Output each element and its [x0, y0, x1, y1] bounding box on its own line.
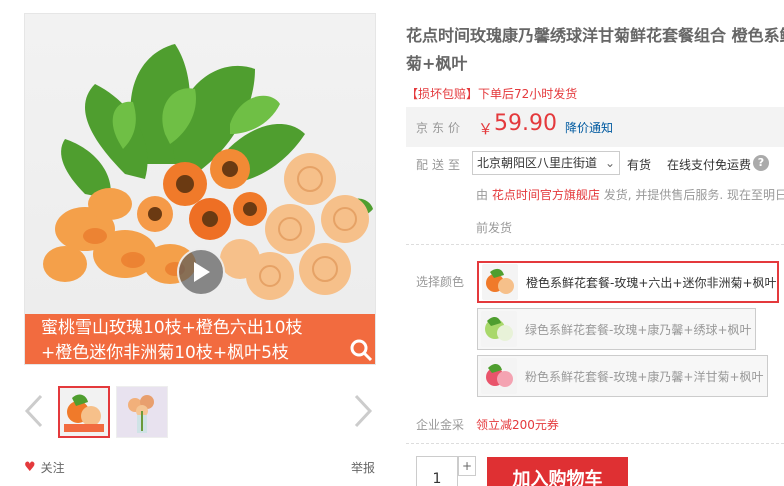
- help-icon[interactable]: ?: [753, 155, 769, 171]
- color-option-pink-label: 粉色系鲜花套餐-玫瑰+康乃馨+洋甘菊+枫叶: [525, 369, 764, 384]
- thumbnail-1-image: [60, 388, 108, 436]
- product-title-line-1: 花点时间玫瑰康乃馨绣球洋甘菊鲜花套餐组合 橙色系鲜花套餐-玫瑰+六出+迷你非洲: [406, 26, 784, 45]
- product-image-banner: 蜜桃雪山玫瑰10枝+橙色六出10枝 +橙色迷你非洲菊10枝+枫叶5枝: [25, 314, 375, 364]
- product-title: 花点时间玫瑰康乃馨绣球洋甘菊鲜花套餐组合 橙色系鲜花套餐-玫瑰+六出+迷你非洲 …: [406, 22, 784, 78]
- thumb-next-icon[interactable]: [352, 394, 374, 428]
- color-option-orange-label: 橙色系鲜花套餐-玫瑰+六出+迷你非洲菊+枫叶: [526, 275, 777, 290]
- quantity-increase-button[interactable]: +: [458, 456, 476, 476]
- divider: [406, 244, 784, 245]
- thumbnail-2[interactable]: [116, 386, 168, 438]
- product-page: 蜜桃雪山玫瑰10枝+橙色六出10枝 +橙色迷你非洲菊10枝+枫叶5枝 ♥ 关注 …: [0, 0, 784, 486]
- banner-line-2: +橙色迷你非洲菊10枝+枫叶5枝: [41, 343, 289, 363]
- thumbnail-1[interactable]: [58, 386, 110, 438]
- promo-text: 【损坏包赔】下单后72小时发货: [406, 87, 578, 101]
- heart-icon: ♥: [24, 460, 36, 475]
- thumb-prev-icon[interactable]: [23, 394, 45, 428]
- seller-text-2: 前发货: [476, 221, 513, 235]
- follow-label: 关注: [40, 461, 65, 475]
- price-box: 京东价 ￥ 59.90 降价通知: [406, 107, 784, 147]
- color-option-pink-image: [481, 358, 517, 394]
- delivery-label: 配送至: [416, 158, 465, 172]
- stock-status: 有货: [627, 158, 652, 172]
- color-option-green[interactable]: 绿色系鲜花套餐-玫瑰+康乃馨+绣球+枫叶: [477, 308, 756, 350]
- address-selector[interactable]: 北京朝阳区八里庄街道 ⌄: [472, 151, 620, 175]
- chevron-down-icon: ⌄: [604, 156, 615, 170]
- color-option-green-label: 绿色系鲜花套餐-玫瑰+康乃馨+绣球+枫叶: [525, 322, 752, 337]
- add-to-cart-button[interactable]: 加入购物车: [487, 457, 628, 486]
- follow-button[interactable]: ♥ 关注: [24, 459, 65, 476]
- enterprise-label: 企业金采: [416, 418, 465, 432]
- shipping-info: 在线支付免运费: [667, 158, 752, 172]
- seller-text: 发货, 并提供售后服务. 现在至明日: [603, 188, 784, 202]
- zoom-icon[interactable]: [349, 338, 373, 362]
- price-value: 59.90: [494, 111, 557, 136]
- main-product-image[interactable]: 蜜桃雪山玫瑰10枝+橙色六出10枝 +橙色迷你非洲菊10枝+枫叶5枝: [24, 13, 376, 365]
- divider: [406, 443, 784, 444]
- play-icon: [194, 262, 210, 282]
- shop-name-link[interactable]: 花点时间官方旗舰店: [492, 188, 600, 202]
- address-value: 北京朝阳区八里庄街道: [477, 156, 598, 170]
- play-video-button[interactable]: [177, 248, 225, 296]
- color-option-green-image: [481, 311, 517, 347]
- quantity-input[interactable]: 1: [416, 456, 458, 486]
- coupon-link[interactable]: 领立减200元券: [476, 416, 559, 433]
- report-link[interactable]: 举报: [351, 459, 375, 476]
- product-title-line-2: 菊+枫叶: [406, 54, 468, 73]
- banner-line-1: 蜜桃雪山玫瑰10枝+橙色六出10枝: [41, 318, 303, 338]
- seller-info: 由 花点时间官方旗舰店 发货, 并提供售后服务. 现在至明日: [476, 186, 784, 203]
- price-label: 京东价: [416, 121, 465, 135]
- thumbnail-2-image: [117, 387, 167, 437]
- color-option-orange[interactable]: 橙色系鲜花套餐-玫瑰+六出+迷你非洲菊+枫叶: [477, 261, 779, 303]
- price-drop-notify-link[interactable]: 降价通知: [565, 119, 613, 136]
- color-label: 选择颜色: [416, 275, 465, 289]
- color-option-orange-image: [482, 264, 518, 300]
- currency-symbol: ￥: [478, 120, 494, 138]
- color-option-pink[interactable]: 粉色系鲜花套餐-玫瑰+康乃馨+洋甘菊+枫叶: [477, 355, 768, 397]
- seller-prefix: 由: [476, 188, 489, 202]
